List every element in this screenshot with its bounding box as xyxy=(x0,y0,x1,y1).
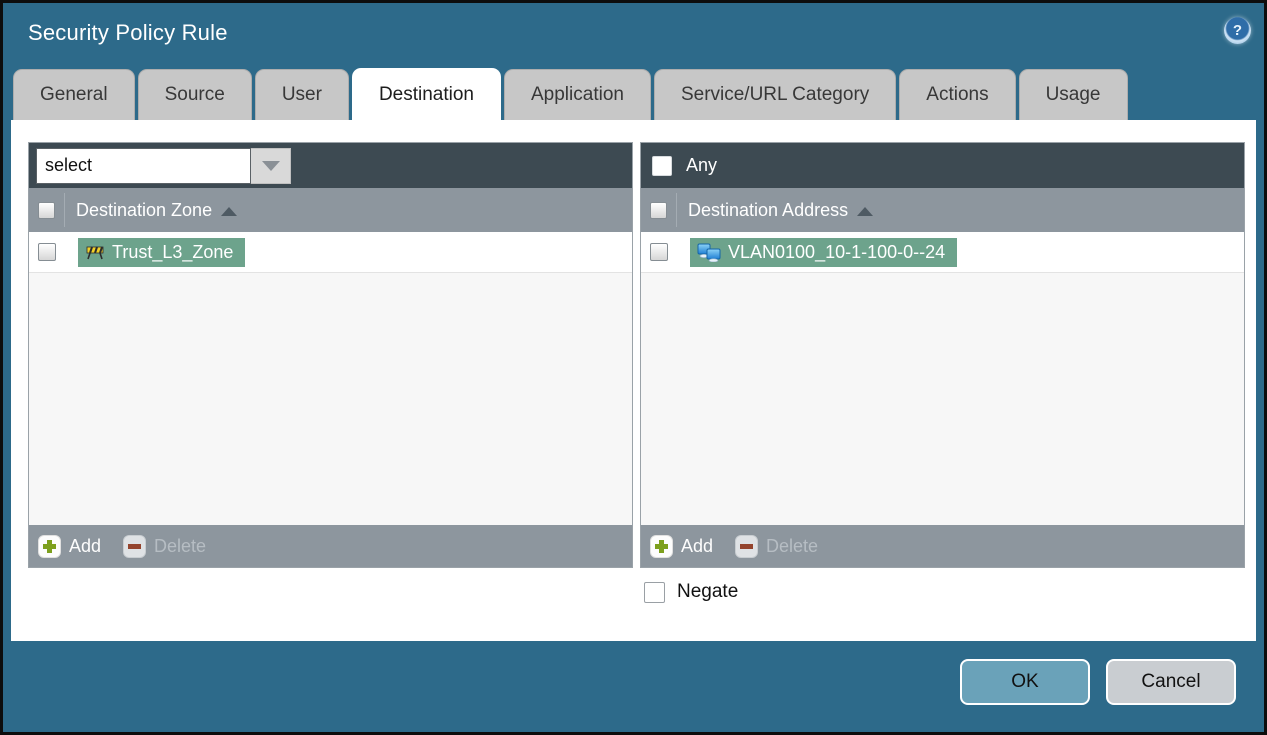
tab-bar: General Source User Destination Applicat… xyxy=(13,68,1254,120)
negate-checkbox[interactable] xyxy=(644,581,665,603)
chevron-down-icon xyxy=(261,160,280,171)
address-delete-label: Delete xyxy=(766,535,819,556)
address-row[interactable]: VLAN0100_10-1-100-0--24 xyxy=(641,232,1244,273)
destination-zone-panel: select Destination Zone Trust_L3_Zone Ad… xyxy=(28,142,633,568)
address-icon xyxy=(697,243,721,262)
zone-select-all-checkbox[interactable] xyxy=(38,201,55,219)
titlebar: Security Policy Rule ? xyxy=(3,3,1264,66)
zone-chip-label: Trust_L3_Zone xyxy=(112,241,234,262)
tab-service-url-category[interactable]: Service/URL Category xyxy=(653,69,897,120)
zone-delete-button[interactable]: Delete xyxy=(123,534,207,558)
delete-minus-icon xyxy=(735,534,759,558)
tab-application[interactable]: Application xyxy=(504,69,651,120)
destination-address-panel: Any Destination Address VLAN0100_10-1-10… xyxy=(640,142,1245,568)
address-add-button[interactable]: Add xyxy=(650,534,714,558)
any-checkbox[interactable] xyxy=(652,155,672,176)
zone-add-label: Add xyxy=(69,535,102,556)
address-chip[interactable]: VLAN0100_10-1-100-0--24 xyxy=(690,237,958,267)
tab-usage[interactable]: Usage xyxy=(1018,69,1128,120)
add-plus-icon xyxy=(38,534,61,558)
sort-ascending-icon xyxy=(857,206,874,216)
column-separator xyxy=(676,193,677,227)
sort-ascending-icon xyxy=(221,206,238,216)
zone-type-select-value[interactable]: select xyxy=(36,147,251,184)
zone-panel-footer: Add Delete xyxy=(29,525,632,567)
zone-column-header[interactable]: Destination Zone xyxy=(29,188,632,232)
address-row-checkbox[interactable] xyxy=(650,243,668,261)
any-toggle[interactable]: Any xyxy=(648,155,717,176)
address-column-header[interactable]: Destination Address xyxy=(641,188,1244,232)
address-panel-toolbar: Any xyxy=(641,143,1244,188)
add-plus-icon xyxy=(650,534,673,558)
address-select-all-checkbox[interactable] xyxy=(650,201,667,219)
zone-delete-label: Delete xyxy=(154,535,207,556)
column-separator xyxy=(64,193,65,227)
address-add-label: Add xyxy=(681,535,714,556)
delete-minus-icon xyxy=(123,534,147,558)
address-delete-button[interactable]: Delete xyxy=(735,534,819,558)
zone-panel-toolbar: select xyxy=(29,143,632,188)
address-chip-label: VLAN0100_10-1-100-0--24 xyxy=(728,241,946,262)
destination-tab-body: select Destination Zone Trust_L3_Zone Ad… xyxy=(11,120,1256,641)
zone-list: Trust_L3_Zone xyxy=(29,232,632,525)
tab-general[interactable]: General xyxy=(13,69,135,120)
ok-button[interactable]: OK xyxy=(960,659,1090,705)
tab-destination[interactable]: Destination xyxy=(351,68,501,120)
tab-source[interactable]: Source xyxy=(137,69,252,120)
zone-row[interactable]: Trust_L3_Zone xyxy=(29,232,632,273)
zone-type-select[interactable]: select xyxy=(36,147,291,184)
zone-add-button[interactable]: Add xyxy=(38,534,102,558)
tab-actions[interactable]: Actions xyxy=(899,69,1016,120)
zone-chip[interactable]: Trust_L3_Zone xyxy=(78,237,246,267)
zone-icon xyxy=(85,244,105,260)
security-policy-rule-dialog: Security Policy Rule ? General Source Us… xyxy=(0,0,1267,735)
address-list: VLAN0100_10-1-100-0--24 xyxy=(641,232,1244,525)
zone-column-label: Destination Zone xyxy=(76,199,213,220)
negate-label: Negate xyxy=(677,581,739,602)
address-panel-footer: Add Delete xyxy=(641,525,1244,567)
address-column-label: Destination Address xyxy=(688,199,849,220)
dialog-footer: OK Cancel xyxy=(3,635,1264,732)
zone-row-checkbox[interactable] xyxy=(38,243,56,261)
any-label: Any xyxy=(686,155,718,175)
zone-type-select-button[interactable] xyxy=(251,147,291,184)
negate-toggle[interactable]: Negate xyxy=(644,581,738,603)
cancel-button[interactable]: Cancel xyxy=(1106,659,1236,705)
dialog-title: Security Policy Rule xyxy=(28,20,228,45)
tab-user[interactable]: User xyxy=(254,69,349,120)
help-icon[interactable]: ? xyxy=(1224,17,1251,44)
